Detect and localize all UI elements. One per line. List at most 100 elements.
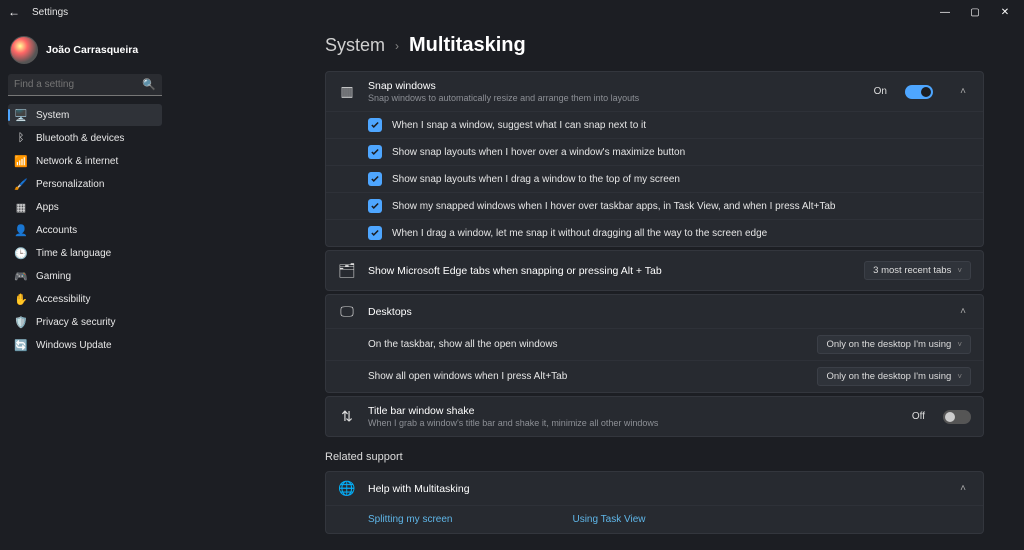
sidebar-item-accounts[interactable]: 👤Accounts xyxy=(8,219,162,241)
shake-card: ⇅ Title bar window shake When I grab a w… xyxy=(325,396,984,437)
chevron-down-icon: ˅ xyxy=(957,266,962,275)
nav-icon: 🎮 xyxy=(14,270,28,283)
link-splitting-screen[interactable]: Splitting my screen xyxy=(368,514,452,525)
chevron-down-icon: ˅ xyxy=(957,340,962,349)
nav-icon: ▦ xyxy=(14,201,28,214)
sidebar-item-system[interactable]: 🖥️ System xyxy=(8,104,162,126)
nav-icon: 🔄 xyxy=(14,339,28,352)
shake-icon: ⇅ xyxy=(338,408,356,425)
nav-label: Time & language xyxy=(36,248,111,259)
snap-sub: Snap windows to automatically resize and… xyxy=(368,93,862,103)
nav-label: Windows Update xyxy=(36,340,112,351)
desktops-header[interactable]: 🖵 Desktops ˄ xyxy=(326,295,983,328)
nav-label: System xyxy=(36,110,69,121)
snap-option-row: When I snap a window, suggest what I can… xyxy=(326,111,983,138)
link-using-task-view[interactable]: Using Task View xyxy=(572,514,645,525)
sidebar-item-personalization[interactable]: 🖌️Personalization xyxy=(8,173,162,195)
related-support-heading: Related support xyxy=(325,451,984,463)
close-button[interactable]: ✕ xyxy=(990,2,1020,22)
profile-name: João Carrasqueira xyxy=(46,44,138,56)
nav-label: Privacy & security xyxy=(36,317,115,328)
nav-label: Network & internet xyxy=(36,156,118,167)
sidebar-item-apps[interactable]: ▦ Apps xyxy=(8,196,162,218)
help-header[interactable]: 🌐 Help with Multitasking ˄ xyxy=(326,472,983,505)
snap-option-label: When I drag a window, let me snap it wit… xyxy=(392,228,971,239)
nav-icon: 🕒 xyxy=(14,247,28,260)
shake-title: Title bar window shake xyxy=(368,405,900,417)
nav-icon: 👤 xyxy=(14,224,28,237)
snap-option-row: Show snap layouts when I hover over a wi… xyxy=(326,138,983,165)
desktops-dropdown[interactable]: Only on the desktop I'm using ˅ xyxy=(817,367,971,386)
edge-tabs-card: 🗂 Show Microsoft Edge tabs when snapping… xyxy=(325,250,984,291)
desktops-title: Desktops xyxy=(368,306,933,318)
sidebar-item-network-internet[interactable]: 📶Network & internet xyxy=(8,150,162,172)
desktops-dd-value: Only on the desktop I'm using xyxy=(826,371,951,382)
chevron-up-icon[interactable]: ˄ xyxy=(955,483,971,494)
snap-windows-header[interactable]: ▥ Snap windows Snap windows to automatic… xyxy=(326,72,983,111)
desktops-card: 🖵 Desktops ˄ On the taskbar, show all th… xyxy=(325,294,984,393)
snap-toggle[interactable] xyxy=(905,85,933,99)
snap-title: Snap windows xyxy=(368,80,862,92)
snap-option-label: Show snap layouts when I hover over a wi… xyxy=(392,147,971,158)
snap-option-label: Show my snapped windows when I hover ove… xyxy=(392,201,971,212)
help-icon: 🌐 xyxy=(338,480,356,497)
checkbox[interactable] xyxy=(368,172,382,186)
nav-label: Gaming xyxy=(36,271,71,282)
desktops-row: Show all open windows when I press Alt+T… xyxy=(326,360,983,392)
help-card: 🌐 Help with Multitasking ˄ Splitting my … xyxy=(325,471,984,534)
avatar xyxy=(10,36,38,64)
checkbox[interactable] xyxy=(368,145,382,159)
snap-state-label: On xyxy=(874,86,887,97)
edge-tabs-dropdown[interactable]: 3 most recent tabs ˅ xyxy=(864,261,971,280)
sidebar-item-time-language[interactable]: 🕒 Time & language xyxy=(8,242,162,264)
desktops-dropdown[interactable]: Only on the desktop I'm using ˅ xyxy=(817,335,971,354)
minimize-button[interactable]: — xyxy=(930,2,960,22)
help-title: Help with Multitasking xyxy=(368,483,933,495)
checkbox[interactable] xyxy=(368,226,382,240)
profile[interactable]: João Carrasqueira xyxy=(8,32,162,74)
snap-layouts-icon: ▥ xyxy=(338,83,356,100)
breadcrumb: System › Multitasking xyxy=(325,34,984,57)
titlebar-app-name: Settings xyxy=(32,7,68,18)
checkbox[interactable] xyxy=(368,118,382,132)
sidebar-item-bluetooth-devices[interactable]: ᛒ Bluetooth & devices xyxy=(8,127,162,149)
desktops-row-label: On the taskbar, show all the open window… xyxy=(368,339,807,350)
desktops-row-label: Show all open windows when I press Alt+T… xyxy=(368,371,807,382)
edge-dd-value: 3 most recent tabs xyxy=(873,265,951,276)
desktops-dd-value: Only on the desktop I'm using xyxy=(826,339,951,350)
nav-icon: 🖥️ xyxy=(14,109,28,122)
sidebar-item-accessibility[interactable]: ✋Accessibility xyxy=(8,288,162,310)
edge-tabs-row: 🗂 Show Microsoft Edge tabs when snapping… xyxy=(326,251,983,290)
page-title: Multitasking xyxy=(409,34,526,57)
sidebar-nav: 🖥️ System ᛒ Bluetooth & devices 📶Network & i… xyxy=(8,104,162,356)
chevron-down-icon: ˅ xyxy=(957,372,962,381)
chevron-up-icon[interactable]: ˄ xyxy=(955,86,971,97)
desktops-row: On the taskbar, show all the open window… xyxy=(326,328,983,360)
nav-icon: 🖌️ xyxy=(14,178,28,191)
chevron-right-icon: › xyxy=(395,39,399,53)
snap-windows-card: ▥ Snap windows Snap windows to automatic… xyxy=(325,71,984,247)
shake-toggle[interactable] xyxy=(943,410,971,424)
breadcrumb-parent[interactable]: System xyxy=(325,35,385,56)
sidebar-item-windows-update[interactable]: 🔄 Windows Update xyxy=(8,334,162,356)
chevron-up-icon[interactable]: ˄ xyxy=(955,306,971,317)
tabs-icon: 🗂 xyxy=(338,262,356,279)
maximize-button[interactable]: ▢ xyxy=(960,2,990,22)
shake-header[interactable]: ⇅ Title bar window shake When I grab a w… xyxy=(326,397,983,436)
back-button[interactable]: ← xyxy=(4,2,24,22)
sidebar-item-privacy-security[interactable]: 🛡️ Privacy & security xyxy=(8,311,162,333)
snap-option-label: Show snap layouts when I drag a window t… xyxy=(392,174,971,185)
shake-state-label: Off xyxy=(912,411,925,422)
nav-icon: ᛒ xyxy=(14,132,28,144)
snap-option-label: When I snap a window, suggest what I can… xyxy=(392,120,971,131)
sidebar-item-gaming[interactable]: 🎮 Gaming xyxy=(8,265,162,287)
snap-option-row: When I drag a window, let me snap it wit… xyxy=(326,219,983,246)
desktops-icon: 🖵 xyxy=(338,303,356,320)
checkbox[interactable] xyxy=(368,199,382,213)
nav-label: Apps xyxy=(36,202,59,213)
snap-option-row: Show snap layouts when I drag a window t… xyxy=(326,165,983,192)
nav-label: Bluetooth & devices xyxy=(36,133,124,144)
search-input[interactable] xyxy=(8,74,162,96)
nav-icon: 🛡️ xyxy=(14,316,28,329)
search-icon: 🔍 xyxy=(142,78,156,91)
